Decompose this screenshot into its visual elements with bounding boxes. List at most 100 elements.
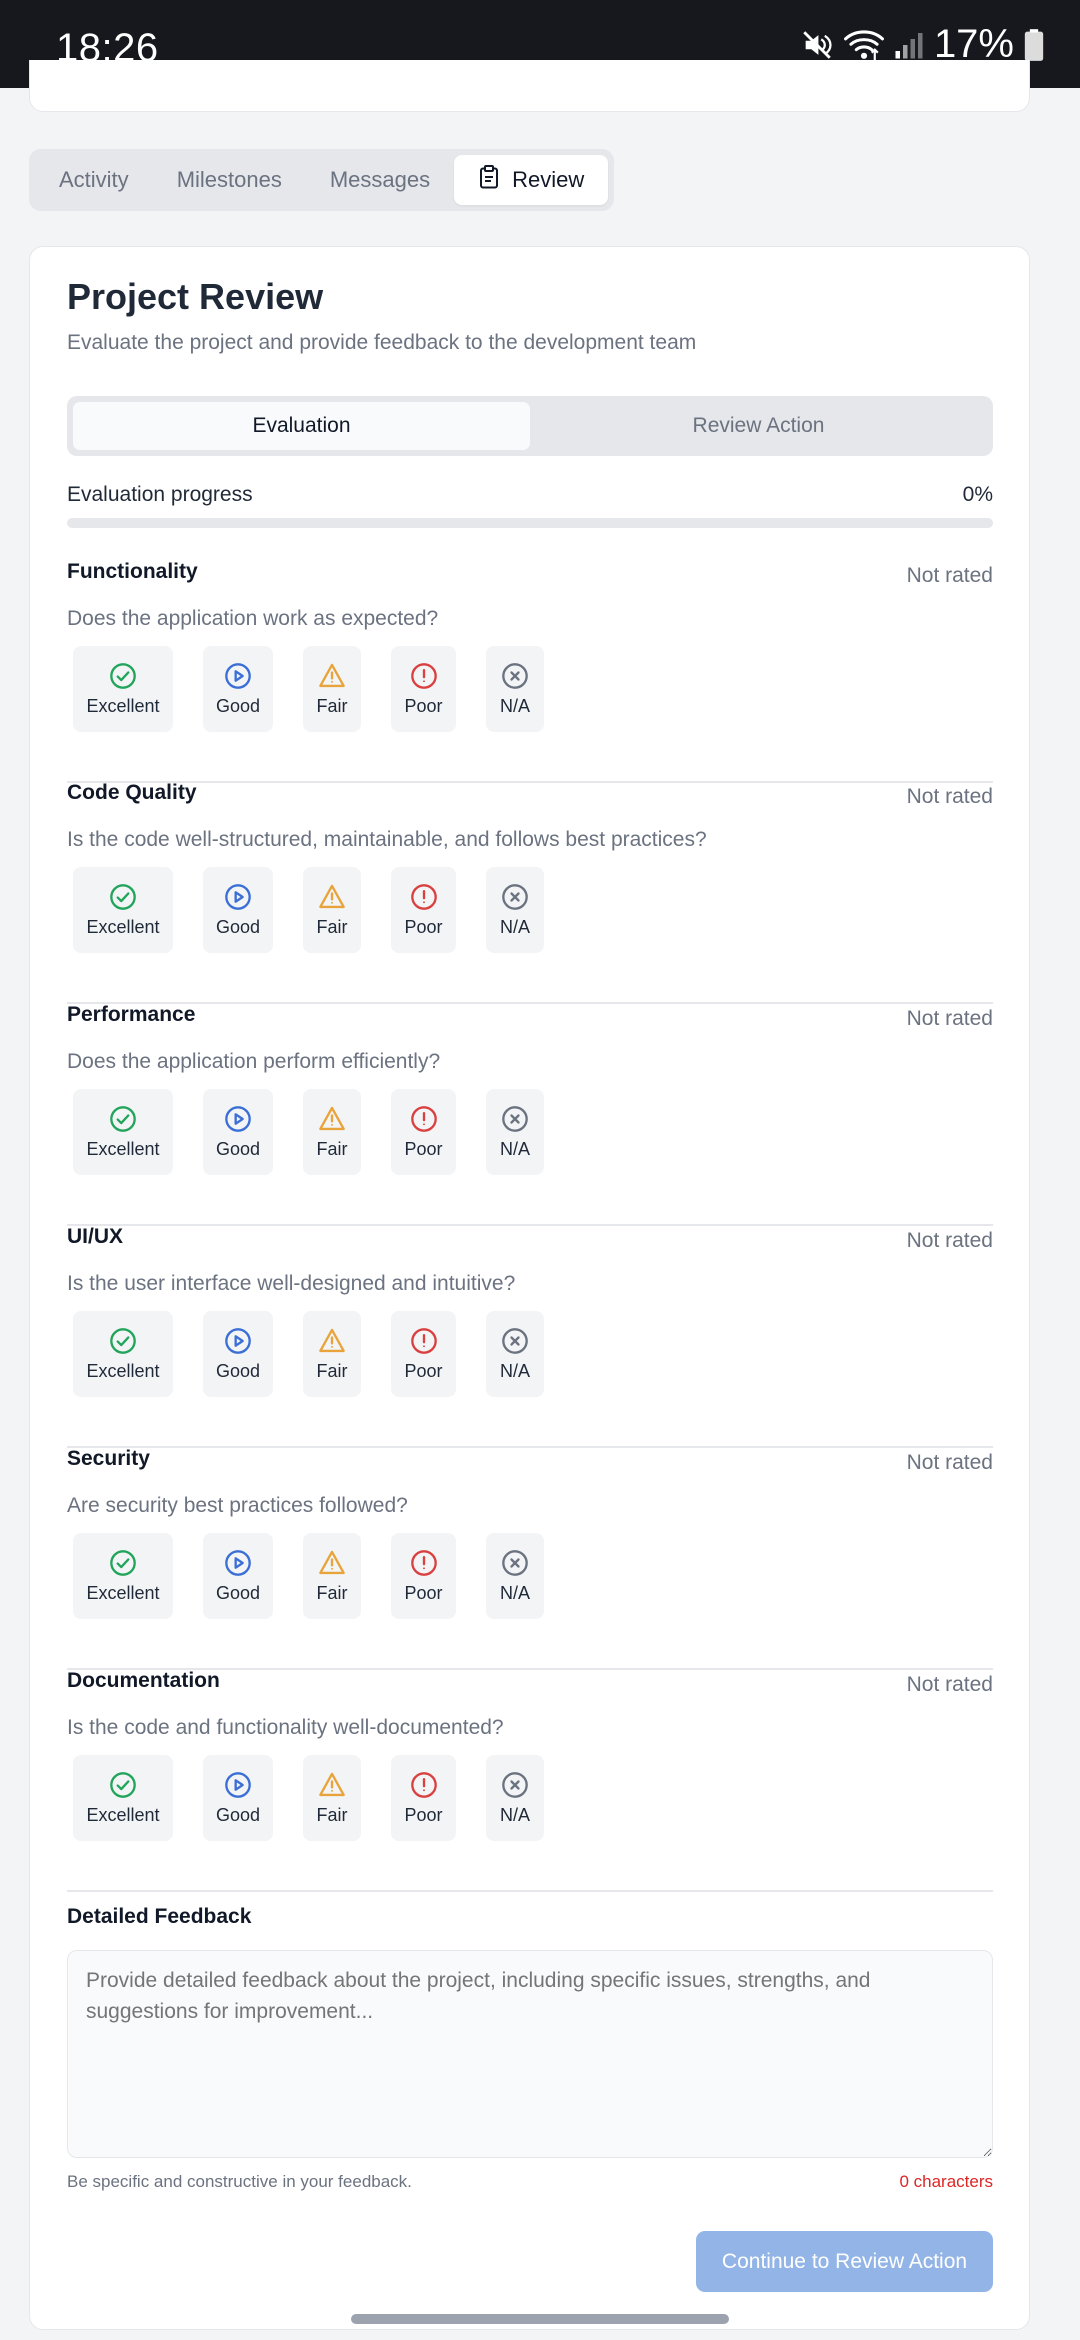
rating-fair-button[interactable]: Fair: [303, 1089, 361, 1175]
rating-good-button[interactable]: Good: [203, 1311, 273, 1397]
rating-excellent-button[interactable]: Excellent: [73, 867, 173, 953]
wifi-icon: [843, 28, 884, 62]
rating-options: Excellent Good Fair Poor N/A: [73, 1089, 544, 1175]
rating-poor-button[interactable]: Poor: [391, 1533, 456, 1619]
criterion-functionality: Functionality Not rated Does the applicati…: [67, 560, 993, 783]
continue-button[interactable]: Continue to Review Action: [696, 2231, 993, 2292]
criterion-status: Not rated: [906, 1007, 993, 1030]
rating-label: N/A: [499, 1804, 530, 1825]
rating-good-button[interactable]: Good: [203, 1533, 273, 1619]
rating-label: Excellent: [86, 1360, 160, 1381]
character-count: 0 characters: [899, 2172, 993, 2191]
criterion-name: UI/UX: [67, 1225, 124, 1248]
rating-options: Excellent Good Fair Poor N/A: [73, 1755, 544, 1841]
x-circle-icon: [501, 1105, 529, 1133]
rating-label: Fair: [316, 916, 348, 937]
tab-review[interactable]: Review: [454, 155, 609, 205]
rating-label: Fair: [316, 695, 348, 716]
check-circle-icon: [109, 883, 137, 911]
rating-fair-button[interactable]: Fair: [303, 1755, 361, 1841]
rating-poor-button[interactable]: Poor: [391, 1089, 456, 1175]
tab-label: Messages: [329, 167, 431, 192]
alert-circle-icon: [410, 1105, 438, 1133]
rating-fair-button[interactable]: Fair: [303, 867, 361, 953]
rating-label: Good: [215, 1138, 261, 1159]
rating-label: Poor: [404, 916, 443, 937]
criterion-name: Documentation: [67, 1669, 220, 1692]
rating-na-button[interactable]: N/A: [486, 646, 544, 732]
rating-good-button[interactable]: Good: [203, 1755, 273, 1841]
feedback-label: Detailed Feedback: [67, 1905, 252, 1928]
rating-good-button[interactable]: Good: [203, 867, 273, 953]
rating-label: Poor: [404, 1138, 443, 1159]
criterion-name: Functionality: [67, 560, 198, 583]
rating-poor-button[interactable]: Poor: [391, 1311, 456, 1397]
rating-excellent-button[interactable]: Excellent: [73, 1311, 173, 1397]
tab-label: Activity: [59, 167, 129, 192]
mute-icon: [800, 28, 834, 62]
x-circle-icon: [501, 883, 529, 911]
rating-fair-button[interactable]: Fair: [303, 1311, 361, 1397]
check-circle-icon: [109, 1771, 137, 1799]
page-subtitle: Evaluate the project and provide feedbac…: [67, 331, 697, 354]
progress-label: Evaluation progress: [67, 483, 253, 506]
rating-good-button[interactable]: Good: [203, 646, 273, 732]
alert-circle-icon: [410, 1549, 438, 1577]
rating-label: Poor: [404, 695, 443, 716]
rating-label: Excellent: [86, 695, 160, 716]
criterion-status: Not rated: [906, 1229, 993, 1252]
rating-label: N/A: [499, 1138, 530, 1159]
rating-fair-button[interactable]: Fair: [303, 646, 361, 732]
home-indicator: [351, 2314, 729, 2324]
rating-poor-button[interactable]: Poor: [391, 1755, 456, 1841]
criterion-question: Does the application perform efficiently…: [67, 1050, 441, 1073]
progress-value: 0%: [962, 483, 993, 506]
criterion-status: Not rated: [906, 564, 993, 587]
rating-label: Good: [215, 695, 261, 716]
check-circle-icon: [109, 1549, 137, 1577]
check-circle-icon: [109, 662, 137, 690]
rating-na-button[interactable]: N/A: [486, 867, 544, 953]
warning-triangle-icon: [317, 1771, 347, 1799]
criterion-status: Not rated: [906, 1673, 993, 1696]
rating-excellent-button[interactable]: Excellent: [73, 1755, 173, 1841]
play-circle-icon: [224, 1771, 252, 1799]
rating-good-button[interactable]: Good: [203, 1089, 273, 1175]
alert-circle-icon: [410, 662, 438, 690]
rating-label: Fair: [316, 1360, 348, 1381]
warning-triangle-icon: [317, 1549, 347, 1577]
rating-excellent-button[interactable]: Excellent: [73, 646, 173, 732]
tab-activity[interactable]: Activity: [35, 155, 153, 205]
rating-na-button[interactable]: N/A: [486, 1311, 544, 1397]
signal-icon: [894, 30, 924, 60]
segment-evaluation[interactable]: Evaluation: [73, 402, 530, 450]
warning-triangle-icon: [317, 662, 347, 690]
criterion-question: Does the application work as expected?: [67, 607, 439, 630]
segment-review-action[interactable]: Review Action: [530, 402, 987, 450]
rating-excellent-button[interactable]: Excellent: [73, 1533, 173, 1619]
rating-label: Good: [215, 916, 261, 937]
rating-poor-button[interactable]: Poor: [391, 646, 456, 732]
criterion-question: Is the user interface well-designed and …: [67, 1272, 516, 1295]
warning-triangle-icon: [317, 1327, 347, 1355]
criterion-documentation: Documentation Not rated Is the code and fu…: [67, 1669, 993, 1892]
tab-messages[interactable]: Messages: [306, 155, 454, 205]
rating-label: N/A: [499, 1582, 530, 1603]
rating-na-button[interactable]: N/A: [486, 1533, 544, 1619]
play-circle-icon: [224, 662, 252, 690]
criterion-question: Are security best practices followed?: [67, 1494, 408, 1517]
tab-milestones[interactable]: Milestones: [153, 155, 306, 205]
criterion-status: Not rated: [906, 1451, 993, 1474]
rating-fair-button[interactable]: Fair: [303, 1533, 361, 1619]
feedback-textarea[interactable]: [67, 1950, 993, 2158]
rating-na-button[interactable]: N/A: [486, 1089, 544, 1175]
rating-label: Poor: [404, 1582, 443, 1603]
rating-label: N/A: [499, 695, 530, 716]
criterion-performance: Performance Not rated Does the application…: [67, 1003, 993, 1226]
criterion-ui-ux: UI/UX Not rated Is the user interface well…: [67, 1225, 993, 1448]
rating-poor-button[interactable]: Poor: [391, 867, 456, 953]
rating-excellent-button[interactable]: Excellent: [73, 1089, 173, 1175]
rating-label: Fair: [316, 1804, 348, 1825]
x-circle-icon: [501, 1327, 529, 1355]
rating-na-button[interactable]: N/A: [486, 1755, 544, 1841]
